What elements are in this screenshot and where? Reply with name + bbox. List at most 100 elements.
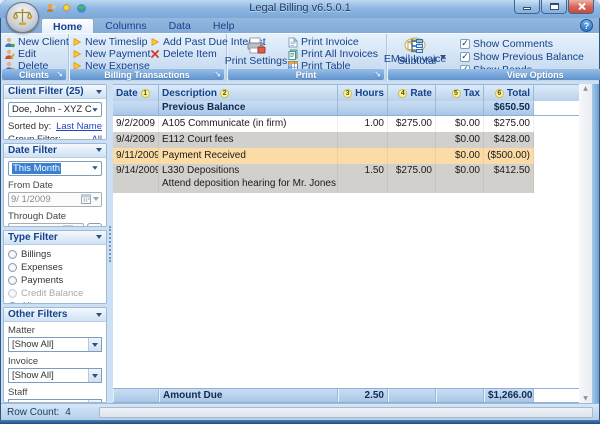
column-header-tax[interactable]: 5Tax xyxy=(436,85,484,101)
sorted-by-label: Sorted by: xyxy=(8,121,51,132)
ribbon: New Client Edit Delete Clients↘ xyxy=(1,33,599,81)
from-date-input[interactable] xyxy=(11,194,79,205)
help-button[interactable]: ? xyxy=(580,19,593,32)
scroll-up-icon[interactable]: ▲ xyxy=(583,85,588,92)
red-x-icon xyxy=(150,49,160,59)
tab-data[interactable]: Data xyxy=(158,18,202,33)
chevron-down-icon xyxy=(96,313,102,317)
invoice-label: Invoice xyxy=(8,356,102,367)
date-range-combo[interactable]: This Month xyxy=(8,161,102,176)
checkbox-checked-icon xyxy=(460,39,470,49)
printer-icon xyxy=(246,37,266,55)
vertical-scrollbar[interactable]: ▲ ▼ xyxy=(579,84,592,403)
row-count-value: 4 xyxy=(65,407,71,418)
radio-selected-icon xyxy=(8,302,17,304)
column-header-hours[interactable]: 3Hours xyxy=(338,85,388,101)
through-date-input[interactable] xyxy=(11,225,61,227)
amount-due-footer-row: Amount Due 2.50 $1,266.00 xyxy=(113,388,579,403)
print-invoice-button[interactable]: Print Invoice xyxy=(288,36,378,48)
minimize-button[interactable] xyxy=(514,0,540,14)
new-payment-button[interactable]: New Payment xyxy=(72,48,144,60)
from-date-field[interactable] xyxy=(8,192,102,207)
show-comments-checkbox[interactable]: Show Comments xyxy=(460,38,584,49)
print-settings-button[interactable]: Print Settings xyxy=(230,36,282,67)
invoice-select[interactable]: [Show All] xyxy=(8,368,102,383)
minimize-icon xyxy=(523,7,531,10)
client-filter-panel: Client Filter (25) Doe, John - XYZ Corpo… xyxy=(3,84,107,140)
column-header-total[interactable]: 6Total xyxy=(484,85,534,101)
matter-label: Matter xyxy=(8,325,102,336)
go-button[interactable]: Go xyxy=(87,223,102,227)
application-menu-button[interactable] xyxy=(6,2,39,33)
staff-label: Staff xyxy=(8,387,102,398)
matter-select[interactable]: [Show All] xyxy=(8,337,102,352)
billing-grid: Date1 Description2 3Hours 4Rate 5Tax 6To… xyxy=(113,84,579,403)
close-button[interactable] xyxy=(568,0,594,14)
subtotal-button[interactable]: Subtotal xyxy=(396,36,438,67)
sorted-by-link[interactable]: Last Name xyxy=(56,121,102,132)
chevron-down-icon xyxy=(96,148,102,152)
ribbon-group-clients: New Client Edit Delete Clients↘ xyxy=(1,34,69,81)
chevron-down-icon xyxy=(92,108,97,112)
edit-client-button[interactable]: Edit xyxy=(4,48,65,60)
client-combo[interactable]: Doe, John - XYZ Corporation xyxy=(8,102,102,117)
scroll-down-icon[interactable]: ▼ xyxy=(583,395,588,402)
other-filters-header[interactable]: Other Filters xyxy=(4,308,106,322)
type-filter-header[interactable]: Type Filter xyxy=(4,231,106,245)
radio-icon xyxy=(8,289,17,298)
show-previous-balance-checkbox[interactable]: Show Previous Balance xyxy=(460,51,584,62)
radio-payments[interactable]: Payments xyxy=(8,275,102,287)
radio-all[interactable]: All xyxy=(8,301,102,305)
table-row[interactable]: 9/4/2009 E112 Court fees $0.00 $428.00 xyxy=(113,132,579,148)
new-client-button[interactable]: New Client xyxy=(4,36,65,48)
column-order-badge: 4 xyxy=(398,89,407,98)
column-header-date[interactable]: Date1 xyxy=(113,85,159,101)
horizontal-scrollbar[interactable] xyxy=(99,407,593,418)
grid-header-row: Date1 Description2 3Hours 4Rate 5Tax 6To… xyxy=(113,85,579,101)
ribbon-group-view-options: Subtotal Show Comments Show Previous Bal… xyxy=(387,34,600,81)
grid-empty-area xyxy=(113,193,579,388)
group-filter-link[interactable]: All xyxy=(91,134,102,140)
dialog-launcher-icon[interactable]: ↘ xyxy=(374,70,381,79)
tab-home[interactable]: Home xyxy=(41,18,94,33)
chevron-down-icon xyxy=(93,197,99,201)
person-add-icon xyxy=(4,37,15,48)
radio-billings[interactable]: Billings xyxy=(8,249,102,261)
amount-due-total: $1,266.00 xyxy=(484,389,534,402)
table-row[interactable]: 9/2/2009 A105 Communicate (in firm) 1.00… xyxy=(113,116,579,132)
client-filter-header[interactable]: Client Filter (25) xyxy=(4,85,106,99)
column-header-rate[interactable]: 4Rate xyxy=(388,85,436,101)
tab-help[interactable]: Help xyxy=(202,18,246,33)
table-row-payment[interactable]: 9/11/2009 Payment Received $0.00 ($500.0… xyxy=(113,148,579,164)
through-date-field[interactable] xyxy=(8,223,84,227)
calendar-icon[interactable] xyxy=(81,194,91,204)
window-bottom-border xyxy=(0,420,600,424)
splitter-grip-icon xyxy=(109,226,111,262)
documents-stack-icon-button[interactable]: Print All Invoices xyxy=(288,48,378,60)
maximize-button[interactable] xyxy=(541,0,567,14)
dialog-launcher-icon[interactable]: ↘ xyxy=(214,70,221,79)
from-date-label: From Date xyxy=(8,180,102,191)
new-timeslip-button[interactable]: New Timeslip xyxy=(72,36,144,48)
chevron-down-icon xyxy=(88,369,101,382)
tab-columns[interactable]: Columns xyxy=(94,18,157,33)
title-bar: Legal Billing v6.5.0.1 xyxy=(0,0,600,18)
close-icon xyxy=(577,2,586,11)
column-header-description[interactable]: Description2 xyxy=(159,85,338,101)
window-title: Legal Billing v6.5.0.1 xyxy=(0,2,600,14)
chevron-down-icon xyxy=(96,235,102,239)
yellow-arrow-icon xyxy=(150,37,160,47)
date-filter-header[interactable]: Date Filter xyxy=(4,144,106,158)
previous-balance-row[interactable]: Previous Balance $650.50 xyxy=(113,101,579,116)
calendar-icon[interactable] xyxy=(63,225,73,226)
type-filter-panel: Type Filter Billings Expenses Payments C… xyxy=(3,230,107,305)
table-row[interactable]: 9/14/2009 L330 Depositions Attend deposi… xyxy=(113,164,579,193)
scales-of-justice-icon xyxy=(12,7,33,28)
radio-icon xyxy=(8,263,17,272)
other-filters-panel: Other Filters Matter [Show All] Invoice … xyxy=(3,307,107,403)
filter-sidebar: Client Filter (25) Doe, John - XYZ Corpo… xyxy=(3,84,107,403)
amount-due-label: Amount Due xyxy=(159,389,338,402)
dialog-launcher-icon[interactable]: ↘ xyxy=(56,70,63,79)
subtotal-dropdown-arrow-icon[interactable] xyxy=(440,55,446,59)
radio-expenses[interactable]: Expenses xyxy=(8,262,102,274)
